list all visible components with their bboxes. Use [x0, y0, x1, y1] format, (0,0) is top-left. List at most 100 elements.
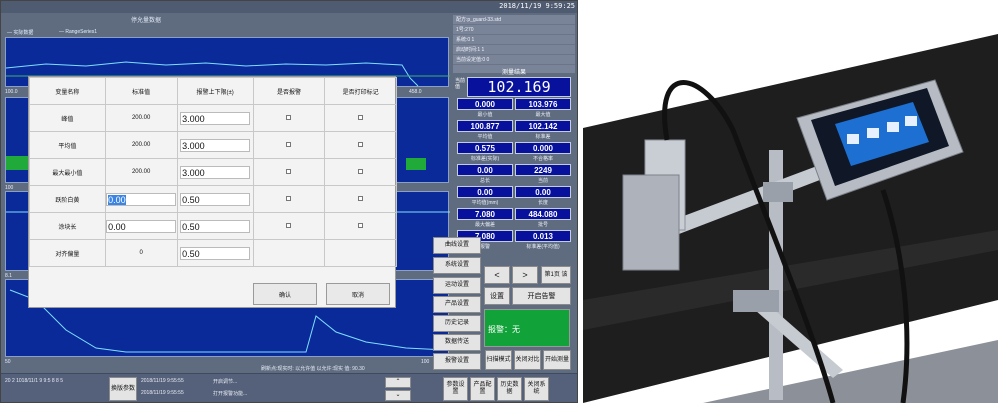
- value-label: 批号: [537, 222, 548, 228]
- table-row: 平均值 200.00 3.000: [29, 131, 397, 159]
- info-line: 配方:p_guard-33.std: [453, 15, 575, 25]
- alarm-checkbox[interactable]: [286, 168, 292, 174]
- scroll-up-icon[interactable]: ⌃: [385, 377, 411, 388]
- prev-page-button[interactable]: <: [484, 266, 510, 284]
- history-data-button[interactable]: 历史数据: [497, 377, 522, 401]
- header-variable-name: 变量名称: [29, 77, 106, 105]
- axis-label-5: 50: [5, 359, 11, 365]
- print-mark-checkbox[interactable]: [358, 114, 364, 120]
- row-standard: 200.00: [104, 104, 178, 132]
- start-alarm-button[interactable]: 开启告警: [512, 287, 571, 305]
- log-time-1: 2018/11/19 9:55:55: [141, 378, 184, 384]
- standard-input[interactable]: 0.00: [106, 219, 177, 233]
- clamp-lower: [733, 290, 779, 312]
- header-alarm-enable: 是否报警: [252, 77, 326, 105]
- side-menu-history[interactable]: 历史记录: [433, 315, 481, 332]
- value-label: 总长: [479, 178, 490, 184]
- alarm-checkbox[interactable]: [286, 222, 292, 228]
- info-line: 启动时间:1 1: [453, 45, 575, 55]
- value-box: 0.000: [515, 142, 571, 154]
- cancel-button[interactable]: 取消: [326, 283, 390, 305]
- row-name: 涂块长: [29, 212, 106, 240]
- next-page-button[interactable]: >: [512, 266, 538, 284]
- limit-table: 变量名称 标准值 报警上下限(±) 是否报警 是否打印标记 峰值 200.00 …: [29, 77, 397, 267]
- table-row: 对齐偏量 0 0.50: [29, 239, 397, 267]
- value-box: 0.00: [457, 186, 513, 198]
- limit-input[interactable]: 3.000: [180, 111, 251, 125]
- value-label: 最大偏差: [474, 222, 495, 228]
- limit-input[interactable]: 3.000: [180, 138, 251, 152]
- table-row: 峰值 200.00 3.000: [29, 104, 397, 132]
- legend-series-2: — RangeSeries1: [59, 29, 98, 35]
- row-standard: 200.00: [104, 131, 178, 159]
- start-measure-button[interactable]: 开始测量: [543, 350, 571, 370]
- value-label: 标准差(平均值): [526, 244, 560, 250]
- log-message-1: 开启调节...: [213, 379, 238, 385]
- bottom-chart-text: 刷新点:现实时: 以允许值 以允许:现实 值: 90.30: [261, 366, 365, 372]
- value-label: 当前: [537, 178, 548, 184]
- standard-input-selected[interactable]: 0.00: [106, 192, 177, 206]
- log-time-2: 2018/11/19 9:55:55: [141, 390, 184, 396]
- product-config-button[interactable]: 产品配置: [470, 377, 495, 401]
- changeover-params-button[interactable]: 换版参数: [109, 377, 137, 401]
- print-mark-checkbox[interactable]: [358, 195, 364, 201]
- print-mark-checkbox[interactable]: [358, 222, 364, 228]
- side-menu-curve-settings[interactable]: 曲线设置: [433, 237, 481, 254]
- side-menu-alarm-settings[interactable]: 报警设置: [433, 353, 481, 370]
- value-label: 平均值: [477, 134, 493, 140]
- print-mark-checkbox[interactable]: [358, 141, 364, 147]
- value-box: 2249: [515, 164, 571, 176]
- header-print-mark: 是否打印标记: [324, 77, 397, 105]
- side-menu-product-settings[interactable]: 产品设置: [433, 296, 481, 313]
- axis-label-1: 100.0: [5, 89, 18, 95]
- print-mark-checkbox[interactable]: [358, 168, 364, 174]
- value-box: 102.142: [515, 120, 571, 132]
- alarm-limit-dialog: 变量名称 标准值 报警上下限(±) 是否报警 是否打印标记 峰值 200.00 …: [28, 76, 397, 308]
- confirm-button[interactable]: 确认: [253, 283, 317, 305]
- close-compare-button[interactable]: 关闭对比: [514, 350, 541, 370]
- alarm-checkbox[interactable]: [286, 114, 292, 120]
- row-standard: 200.00: [104, 158, 178, 186]
- limit-input[interactable]: 0.50: [180, 219, 251, 233]
- value-box: 0.013: [515, 230, 571, 242]
- row-name: 峰值: [29, 104, 106, 132]
- limit-input[interactable]: 0.50: [180, 246, 251, 260]
- value-label: 长度: [537, 200, 548, 206]
- menu-icon: [887, 122, 899, 132]
- shutdown-button[interactable]: 关闭系统: [524, 377, 549, 401]
- scroll-down-icon[interactable]: ⌄: [385, 390, 411, 401]
- table-row: 涂块长 0.00 0.50: [29, 212, 397, 240]
- first-page-button[interactable]: 第1页 该: [541, 266, 571, 284]
- sensor-bracket: [622, 174, 680, 271]
- row-name: 跃阶白黄: [29, 185, 106, 213]
- value-box: 100.877: [457, 120, 513, 132]
- limit-input[interactable]: 0.50: [180, 192, 251, 206]
- value-label: 最大值: [535, 112, 551, 118]
- selected-text: 0.00: [108, 194, 126, 205]
- status-bar: 20 2 1018/11/1 9 9:5 8 8 5 换版参数 2018/11/…: [1, 373, 577, 402]
- current-value: 102.169: [467, 77, 571, 97]
- side-menu-data-transfer[interactable]: 数据传送: [433, 334, 481, 351]
- scan-mode-button[interactable]: 扫描模式: [485, 350, 512, 370]
- menu-icon: [867, 128, 879, 138]
- menu-icon: [905, 116, 917, 126]
- table-header: 变量名称 标准值 报警上下限(±) 是否报警 是否打印标记: [29, 77, 397, 105]
- alarm-checkbox[interactable]: [286, 141, 292, 147]
- header-standard-value: 标准值: [104, 77, 178, 105]
- table-row: 最大最小值 200.00 3.000: [29, 158, 397, 186]
- row-name: 对齐偏量: [29, 239, 106, 267]
- reset-button[interactable]: 设置: [484, 287, 510, 305]
- value-box: 0.00: [457, 164, 513, 176]
- limit-input[interactable]: 3.000: [180, 165, 251, 179]
- legend-series-1: — 实际数据: [7, 30, 34, 36]
- value-label: 不合格率: [532, 156, 553, 162]
- alarm-checkbox[interactable]: [286, 195, 292, 201]
- value-box: 0.00: [515, 186, 571, 198]
- current-value-label: 当前值: [455, 78, 466, 90]
- side-menu-motion-settings[interactable]: 运动设置: [433, 277, 481, 294]
- row-name: 最大最小值: [29, 158, 106, 186]
- side-menu-system-settings[interactable]: 系统设置: [433, 257, 481, 274]
- parameter-settings-button[interactable]: 参数设置: [443, 377, 468, 401]
- info-line: 当前设定值:0 0: [453, 55, 575, 65]
- value-box: 484.080: [515, 208, 571, 220]
